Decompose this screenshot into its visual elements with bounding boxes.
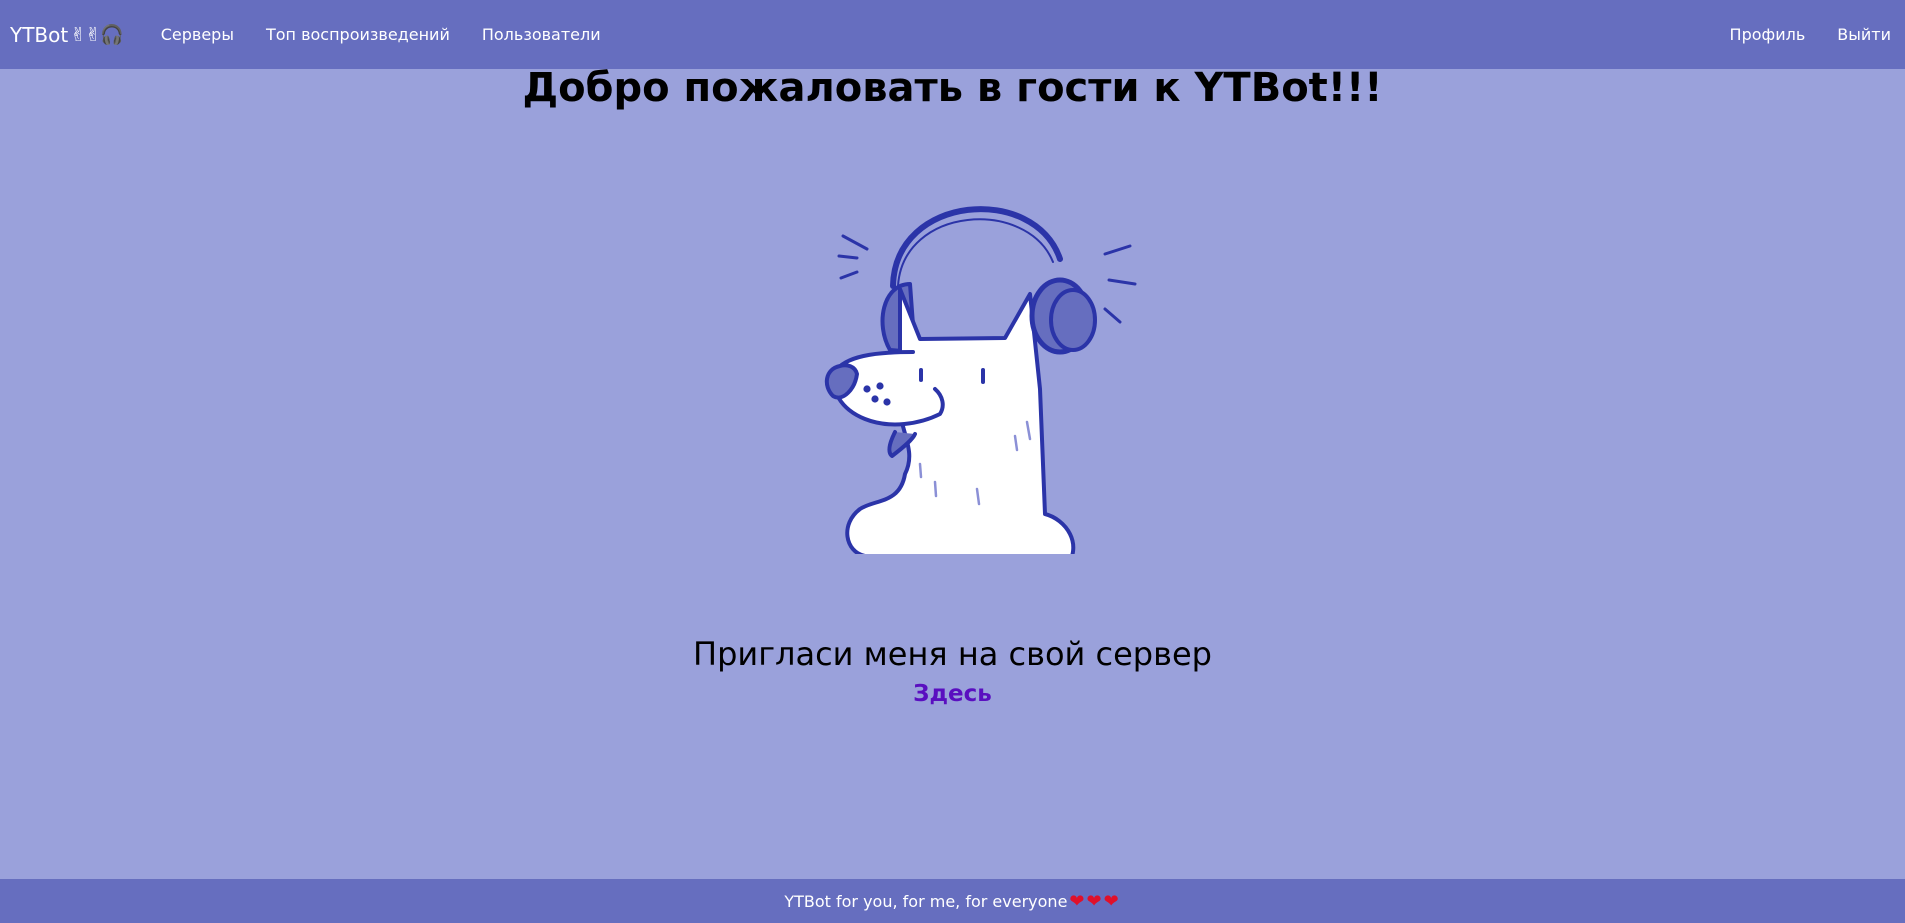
nav-link-profile[interactable]: Профиль [1714,25,1822,44]
footer: YTBot for you, for me, for everyone ❤❤❤ [0,879,1905,923]
invite-link-container: Здесь [0,681,1905,707]
hearts-icon: ❤❤❤ [1069,890,1121,912]
invite-link[interactable]: Здесь [913,681,992,707]
top-navbar: YTBot ✌✌🎧 Серверы Топ воспроизведений По… [0,0,1905,69]
nav-link-logout[interactable]: Выйти [1821,25,1895,44]
nav-user-menu: Профиль Выйти [1714,25,1895,44]
footer-text: YTBot for you, for me, for everyone [784,891,1068,911]
brand-name: YTBot [10,22,69,47]
nav-menu: Серверы Топ воспроизведений Пользователи [145,25,617,44]
page-title: Добро пожаловать в гости к YTBot!!! [522,65,1383,111]
invite-heading: Пригласи меня на свой сервер [693,635,1212,673]
nav-link-top-plays[interactable]: Топ воспроизведений [250,25,466,44]
nav-link-users[interactable]: Пользователи [466,25,617,44]
main-content: Добро пожаловать в гости к YTBot!!! Приг… [0,65,1905,879]
nav-link-servers[interactable]: Серверы [145,25,250,44]
dog-with-headphones-icon [824,206,1137,554]
brand-emoji-icons: ✌✌🎧 [70,24,123,46]
brand-link[interactable]: YTBot ✌✌🎧 [10,22,124,47]
